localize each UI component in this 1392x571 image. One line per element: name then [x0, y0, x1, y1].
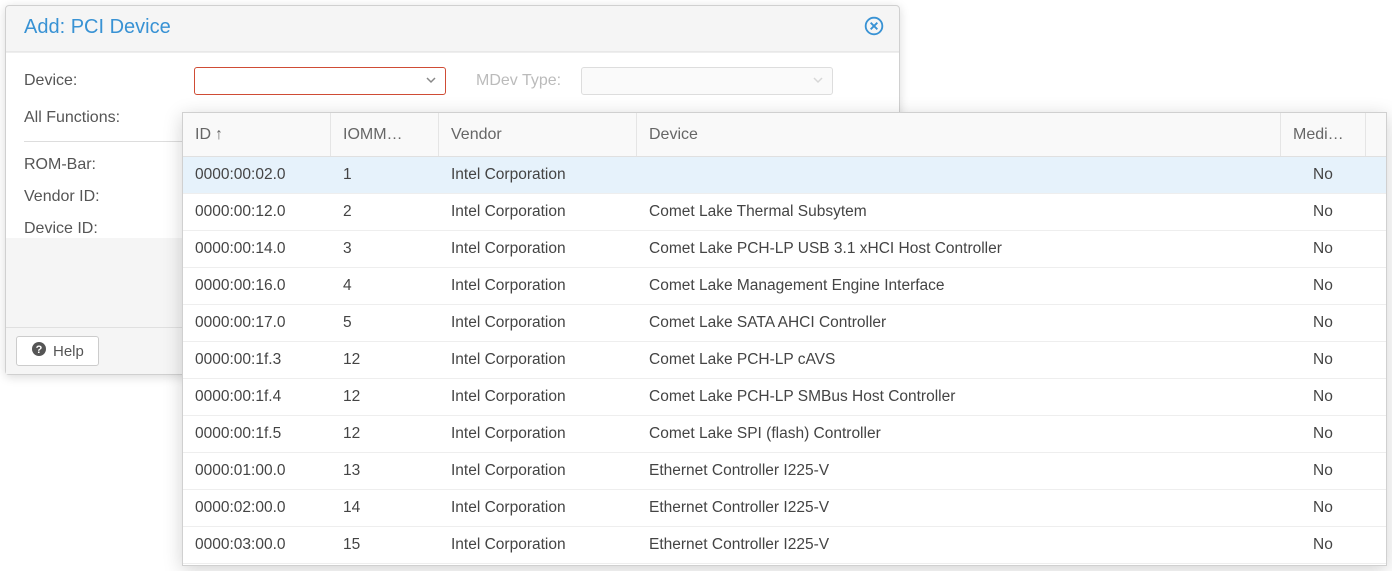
cell-vendor: Intel Corporation — [439, 166, 637, 184]
cell-mediated: No — [1301, 277, 1386, 295]
cell-device: Ethernet Controller I225-V — [637, 462, 1301, 480]
vendor-id-label: Vendor ID: — [24, 188, 174, 206]
table-row[interactable]: 0000:00:1f.312Intel CorporationComet Lak… — [183, 342, 1386, 379]
cell-iommu: 14 — [331, 499, 439, 517]
cell-device: Comet Lake PCH-LP cAVS — [637, 351, 1301, 369]
grid-body[interactable]: 0000:00:02.01Intel CorporationNo0000:00:… — [183, 157, 1386, 565]
cell-device: Comet Lake PCH-LP SMBus Host Controller — [637, 388, 1301, 406]
header-id[interactable]: ID ↑ — [183, 113, 331, 156]
cell-id: 0000:00:1f.4 — [183, 388, 331, 406]
rom-bar-label: ROM-Bar: — [24, 156, 174, 174]
cell-id: 0000:00:16.0 — [183, 277, 331, 295]
device-id-label: Device ID: — [24, 220, 174, 238]
cell-vendor: Intel Corporation — [439, 462, 637, 480]
table-row[interactable]: 0000:00:02.01Intel Corporation No — [183, 157, 1386, 194]
grid-header: ID ↑ IOMM… Vendor Device Medi… — [183, 113, 1386, 157]
cell-iommu: 12 — [331, 351, 439, 369]
cell-vendor: Intel Corporation — [439, 314, 637, 332]
cell-vendor: Intel Corporation — [439, 351, 637, 369]
cell-iommu: 3 — [331, 240, 439, 258]
cell-mediated: No — [1301, 462, 1386, 480]
cell-vendor: Intel Corporation — [439, 499, 637, 517]
chevron-down-icon — [425, 73, 437, 90]
cell-iommu: 2 — [331, 203, 439, 221]
cell-id: 0000:00:1f.3 — [183, 351, 331, 369]
cell-id: 0000:00:1f.5 — [183, 425, 331, 443]
cell-id: 0000:00:02.0 — [183, 166, 331, 184]
cell-id: 0000:03:00.0 — [183, 536, 331, 554]
device-dropdown-grid: ID ↑ IOMM… Vendor Device Medi… 0000:00:0… — [182, 112, 1387, 566]
cell-vendor: Intel Corporation — [439, 203, 637, 221]
cell-iommu: 1 — [331, 166, 439, 184]
cell-mediated: No — [1301, 240, 1386, 258]
cell-iommu: 12 — [331, 388, 439, 406]
cell-vendor: Intel Corporation — [439, 425, 637, 443]
cell-device: Ethernet Controller I225-V — [637, 536, 1301, 554]
cell-device: Ethernet Controller I225-V — [637, 499, 1301, 517]
sort-ascending-icon: ↑ — [215, 126, 223, 144]
mdev-type-combo — [581, 67, 833, 95]
dialog-title: Add: PCI Device — [24, 16, 171, 39]
cell-mediated: No — [1301, 499, 1386, 517]
header-vendor[interactable]: Vendor — [439, 113, 637, 156]
chevron-down-icon — [812, 73, 824, 90]
close-icon — [864, 16, 884, 40]
cell-iommu: 12 — [331, 425, 439, 443]
all-functions-label: All Functions: — [24, 109, 174, 127]
table-row[interactable]: 0000:00:1f.412Intel CorporationComet Lak… — [183, 379, 1386, 416]
table-row[interactable]: 0000:00:17.05Intel CorporationComet Lake… — [183, 305, 1386, 342]
device-label: Device: — [24, 72, 174, 90]
cell-iommu: 15 — [331, 536, 439, 554]
cell-vendor: Intel Corporation — [439, 240, 637, 258]
cell-id: 0000:00:12.0 — [183, 203, 331, 221]
cell-iommu: 4 — [331, 277, 439, 295]
table-row[interactable]: 0000:00:14.03Intel CorporationComet Lake… — [183, 231, 1386, 268]
cell-mediated: No — [1301, 536, 1386, 554]
table-row[interactable]: 0000:00:16.04Intel CorporationComet Lake… — [183, 268, 1386, 305]
header-id-label: ID — [195, 126, 211, 144]
cell-id: 0000:00:17.0 — [183, 314, 331, 332]
cell-mediated: No — [1301, 425, 1386, 443]
cell-vendor: Intel Corporation — [439, 536, 637, 554]
header-device[interactable]: Device — [637, 113, 1281, 156]
table-row[interactable]: 0000:01:00.013Intel CorporationEthernet … — [183, 453, 1386, 490]
table-row[interactable]: 0000:00:12.02Intel CorporationComet Lake… — [183, 194, 1386, 231]
cell-mediated: No — [1301, 166, 1386, 184]
device-combo[interactable] — [194, 67, 446, 95]
dialog-header: Add: PCI Device — [6, 6, 899, 52]
cell-device: Comet Lake SATA AHCI Controller — [637, 314, 1301, 332]
cell-id: 0000:02:00.0 — [183, 499, 331, 517]
close-button[interactable] — [864, 18, 884, 38]
help-icon: ? — [31, 341, 47, 361]
svg-text:?: ? — [36, 344, 43, 356]
cell-mediated: No — [1301, 203, 1386, 221]
mdev-type-label: MDev Type: — [476, 72, 561, 90]
header-mediated[interactable]: Medi… — [1281, 113, 1366, 156]
table-row[interactable]: 0000:00:1f.512Intel CorporationComet Lak… — [183, 416, 1386, 453]
cell-id: 0000:00:14.0 — [183, 240, 331, 258]
table-row[interactable]: 0000:02:00.014Intel CorporationEthernet … — [183, 490, 1386, 527]
table-row[interactable]: 0000:03:00.015Intel CorporationEthernet … — [183, 527, 1386, 564]
cell-device: Comet Lake Thermal Subsytem — [637, 203, 1301, 221]
cell-device: Comet Lake SPI (flash) Controller — [637, 425, 1301, 443]
cell-iommu: 13 — [331, 462, 439, 480]
cell-device: Comet Lake PCH-LP USB 3.1 xHCI Host Cont… — [637, 240, 1301, 258]
cell-device: Comet Lake Management Engine Interface — [637, 277, 1301, 295]
cell-vendor: Intel Corporation — [439, 277, 637, 295]
cell-mediated: No — [1301, 314, 1386, 332]
help-button-label: Help — [53, 343, 84, 360]
help-button[interactable]: ? Help — [16, 336, 99, 366]
cell-vendor: Intel Corporation — [439, 388, 637, 406]
cell-mediated: No — [1301, 351, 1386, 369]
cell-id: 0000:01:00.0 — [183, 462, 331, 480]
header-scroll-spacer — [1366, 113, 1386, 156]
cell-iommu: 5 — [331, 314, 439, 332]
header-iommu[interactable]: IOMM… — [331, 113, 439, 156]
cell-mediated: No — [1301, 388, 1386, 406]
